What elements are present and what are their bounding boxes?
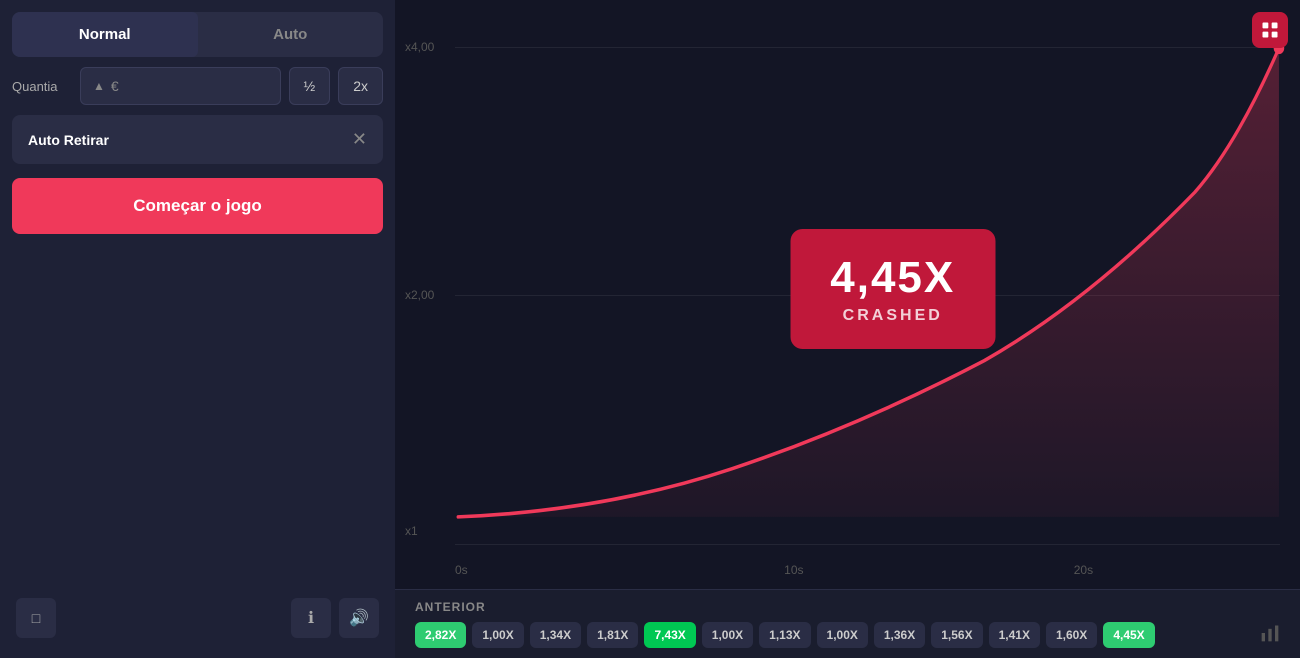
result-badge: 1,56X bbox=[931, 622, 982, 648]
crash-label: CRASHED bbox=[830, 307, 955, 325]
spacer bbox=[12, 244, 383, 580]
result-badge: 1,34X bbox=[530, 622, 581, 648]
sound-button[interactable]: 🔊 bbox=[339, 598, 379, 638]
normal-mode-button[interactable]: Normal bbox=[12, 12, 198, 57]
fullscreen-icon: □ bbox=[32, 610, 40, 626]
bar-chart-icon[interactable] bbox=[1260, 623, 1280, 648]
result-badge: 1,00X bbox=[472, 622, 523, 648]
auto-withdraw-label: Auto Retirar bbox=[28, 132, 109, 148]
result-badge: 1,60X bbox=[1046, 622, 1097, 648]
previous-label: ANTERIOR bbox=[415, 600, 1280, 614]
left-panel: Normal Auto Quantia ▲ € ½ 2x Auto Retira… bbox=[0, 0, 395, 658]
result-badge: 1,41X bbox=[989, 622, 1040, 648]
info-button[interactable]: ℹ bbox=[291, 598, 331, 638]
amount-input-wrapper: ▲ € bbox=[80, 67, 281, 105]
mode-toggle: Normal Auto bbox=[12, 12, 383, 57]
sound-icon: 🔊 bbox=[349, 608, 369, 628]
auto-mode-button[interactable]: Auto bbox=[198, 12, 384, 57]
euro-symbol: € bbox=[111, 78, 119, 94]
fullscreen-button[interactable]: □ bbox=[16, 598, 56, 638]
result-badge: 1,13X bbox=[759, 622, 810, 648]
results-container: 2,82X1,00X1,34X1,81X7,43X1,00X1,13X1,00X… bbox=[415, 622, 1155, 648]
result-badge: 4,45X bbox=[1103, 622, 1154, 648]
arrow-up-icon: ▲ bbox=[93, 79, 105, 93]
double-button[interactable]: 2x bbox=[338, 67, 383, 105]
result-badge: 2,82X bbox=[415, 622, 466, 648]
half-button[interactable]: ½ bbox=[289, 67, 331, 105]
chart-area: x4,00 x2,00 x1 0s 10s 20s bbox=[395, 0, 1300, 589]
start-game-button[interactable]: Começar o jogo bbox=[12, 178, 383, 234]
crash-multiplier: 4,45X bbox=[830, 253, 955, 303]
amount-row: Quantia ▲ € ½ 2x bbox=[12, 67, 383, 105]
result-badge: 1,81X bbox=[587, 622, 638, 648]
results-list: 2,82X1,00X1,34X1,81X7,43X1,00X1,13X1,00X… bbox=[415, 622, 1280, 648]
main-content: Normal Auto Quantia ▲ € ½ 2x Auto Retira… bbox=[0, 0, 1300, 658]
result-badge: 7,43X bbox=[644, 622, 695, 648]
result-badge: 1,00X bbox=[817, 622, 868, 648]
auto-withdraw-close-button[interactable]: ✕ bbox=[352, 129, 367, 150]
chart-container: x4,00 x2,00 x1 0s 10s 20s bbox=[395, 0, 1300, 589]
info-icon: ℹ bbox=[308, 608, 314, 628]
rocket-icon-wrapper bbox=[1252, 12, 1288, 48]
result-badge: 1,00X bbox=[702, 622, 753, 648]
bottom-icons-row: □ ℹ 🔊 bbox=[12, 590, 383, 646]
bar-chart-svg bbox=[1260, 623, 1280, 643]
crash-popup: 4,45X CRASHED bbox=[790, 229, 995, 349]
rocket-icon bbox=[1260, 20, 1280, 40]
result-badge: 1,36X bbox=[874, 622, 925, 648]
auto-withdraw-row: Auto Retirar ✕ bbox=[12, 115, 383, 164]
amount-label: Quantia bbox=[12, 79, 72, 94]
previous-bar: ANTERIOR 2,82X1,00X1,34X1,81X7,43X1,00X1… bbox=[395, 589, 1300, 658]
